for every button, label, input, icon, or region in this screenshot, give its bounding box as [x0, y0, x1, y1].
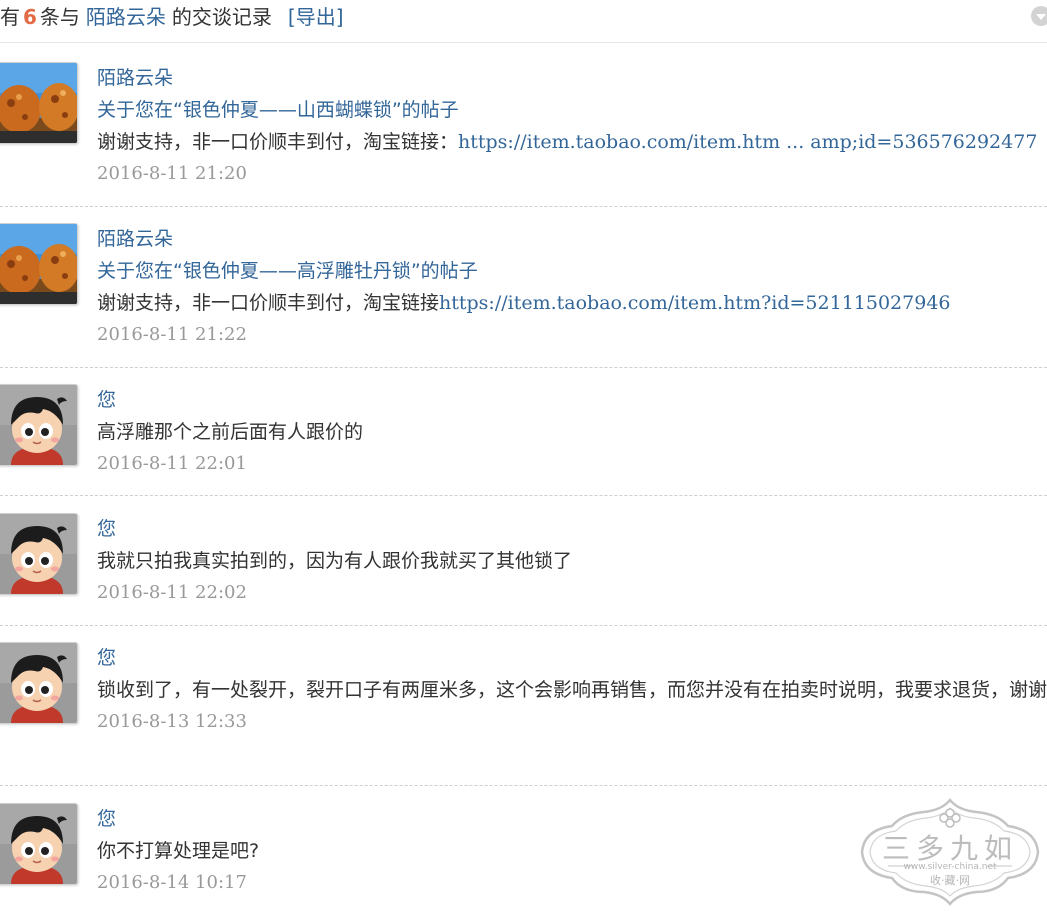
header-mid: 条与: [39, 5, 80, 29]
message-time: 2016-8-11 22:01: [97, 453, 247, 474]
site-watermark-logo: 三多九如 www.silver-china.net 收·藏·网: [860, 798, 1040, 906]
cookie-avatar-icon[interactable]: [0, 223, 78, 305]
conversation-header: 有 6 条与 陌路云朵 的交谈记录 [导出]: [0, 0, 1047, 43]
cartoon-boy-avatar-icon[interactable]: [0, 513, 78, 595]
message-text: 谢谢支持，非一口价顺丰到付，淘宝链接：https://item.taobao.c…: [97, 126, 1047, 158]
cartoon-boy-avatar-icon[interactable]: [0, 642, 78, 724]
header-suffix: 的交谈记录: [171, 5, 272, 29]
message-sender[interactable]: 陌路云朵: [97, 62, 1047, 94]
message-subject-link[interactable]: 关于您在“银色仲夏——山西蝴蝶锁”的帖子: [97, 94, 1047, 126]
message-sender[interactable]: 您: [97, 642, 1047, 674]
cartoon-boy-avatar-icon[interactable]: [0, 384, 78, 466]
cookie-avatar-icon[interactable]: [0, 62, 78, 144]
message-text: 我就只拍我真实拍到的，因为有人跟价我就买了其他锁了: [97, 550, 573, 572]
message-text-body: 谢谢支持，非一口价顺丰到付，淘宝链接：: [97, 131, 459, 153]
watermark-title: 三多九如: [882, 832, 1018, 865]
message-time: 2016-8-11 21:20: [97, 163, 247, 184]
message-item: 陌路云朵 关于您在“银色仲夏——山西蝴蝶锁”的帖子 谢谢支持，非一口价顺丰到付，…: [0, 55, 1047, 207]
message-text-body: 谢谢支持，非一口价顺丰到付，淘宝链接: [97, 292, 440, 314]
message-text: 锁收到了，有一处裂开，裂开口子有两厘米多，这个会影响再销售，而您并没有在拍卖时说…: [97, 679, 1047, 701]
export-link[interactable]: [导出]: [288, 5, 344, 29]
message-item: 陌路云朵 关于您在“银色仲夏——高浮雕牡丹锁”的帖子 谢谢支持，非一口价顺丰到付…: [0, 216, 1047, 368]
message-sender[interactable]: 您: [97, 384, 1047, 416]
cartoon-boy-avatar-icon[interactable]: [0, 803, 78, 885]
partner-name-link[interactable]: 陌路云朵: [86, 5, 166, 29]
taobao-link[interactable]: https://item.taobao.com/item.htm?id=5211…: [439, 292, 950, 314]
taobao-link[interactable]: https://item.taobao.com/item.htm ... amp…: [458, 131, 1037, 153]
message-item: 您 高浮雕那个之前后面有人跟价的 2016-8-11 22:01: [0, 377, 1047, 496]
message-item: 您 锁收到了，有一处裂开，裂开口子有两厘米多，这个会影响再销售，而您并没有在拍卖…: [0, 635, 1047, 786]
message-subject-link[interactable]: 关于您在“银色仲夏——高浮雕牡丹锁”的帖子: [97, 255, 1047, 287]
message-text: 高浮雕那个之前后面有人跟价的: [97, 421, 364, 443]
message-sender[interactable]: 陌路云朵: [97, 223, 1047, 255]
message-time: 2016-8-11 21:22: [97, 324, 247, 345]
collapse-toggle-icon[interactable]: [1031, 6, 1047, 26]
message-item: 您 我就只拍我真实拍到的，因为有人跟价我就买了其他锁了 2016-8-11 22…: [0, 506, 1047, 626]
watermark-subtitle: 收·藏·网: [930, 873, 970, 887]
watermark-url: www.silver-china.net: [903, 862, 997, 872]
message-count: 6: [23, 5, 37, 29]
header-prefix: 有: [0, 5, 20, 29]
message-time: 2016-8-11 22:02: [97, 582, 247, 603]
message-text: 谢谢支持，非一口价顺丰到付，淘宝链接https://item.taobao.co…: [97, 287, 1047, 319]
message-sender[interactable]: 您: [97, 513, 1047, 545]
message-time: 2016-8-13 12:33: [97, 711, 247, 732]
